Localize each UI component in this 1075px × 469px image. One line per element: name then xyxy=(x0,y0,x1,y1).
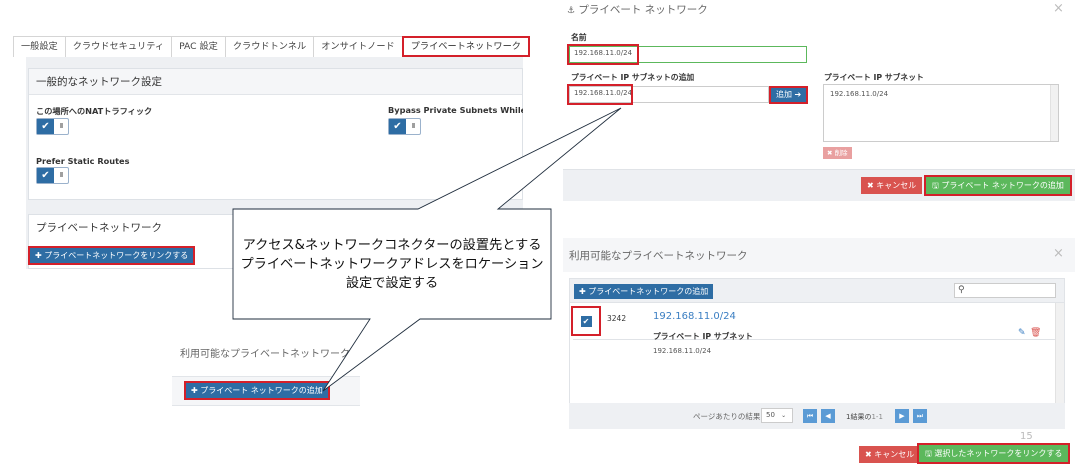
callout-line-2: プライベートネットワークアドレスをロケーション xyxy=(240,256,544,272)
callout-text: アクセス&ネットワークコネクターの設置先とする プライベートネットワークアドレス… xyxy=(233,209,551,319)
callout-line-1: アクセス&ネットワークコネクターの設置先とする xyxy=(242,237,542,253)
callout-line-3: 設定で設定する xyxy=(345,275,439,291)
